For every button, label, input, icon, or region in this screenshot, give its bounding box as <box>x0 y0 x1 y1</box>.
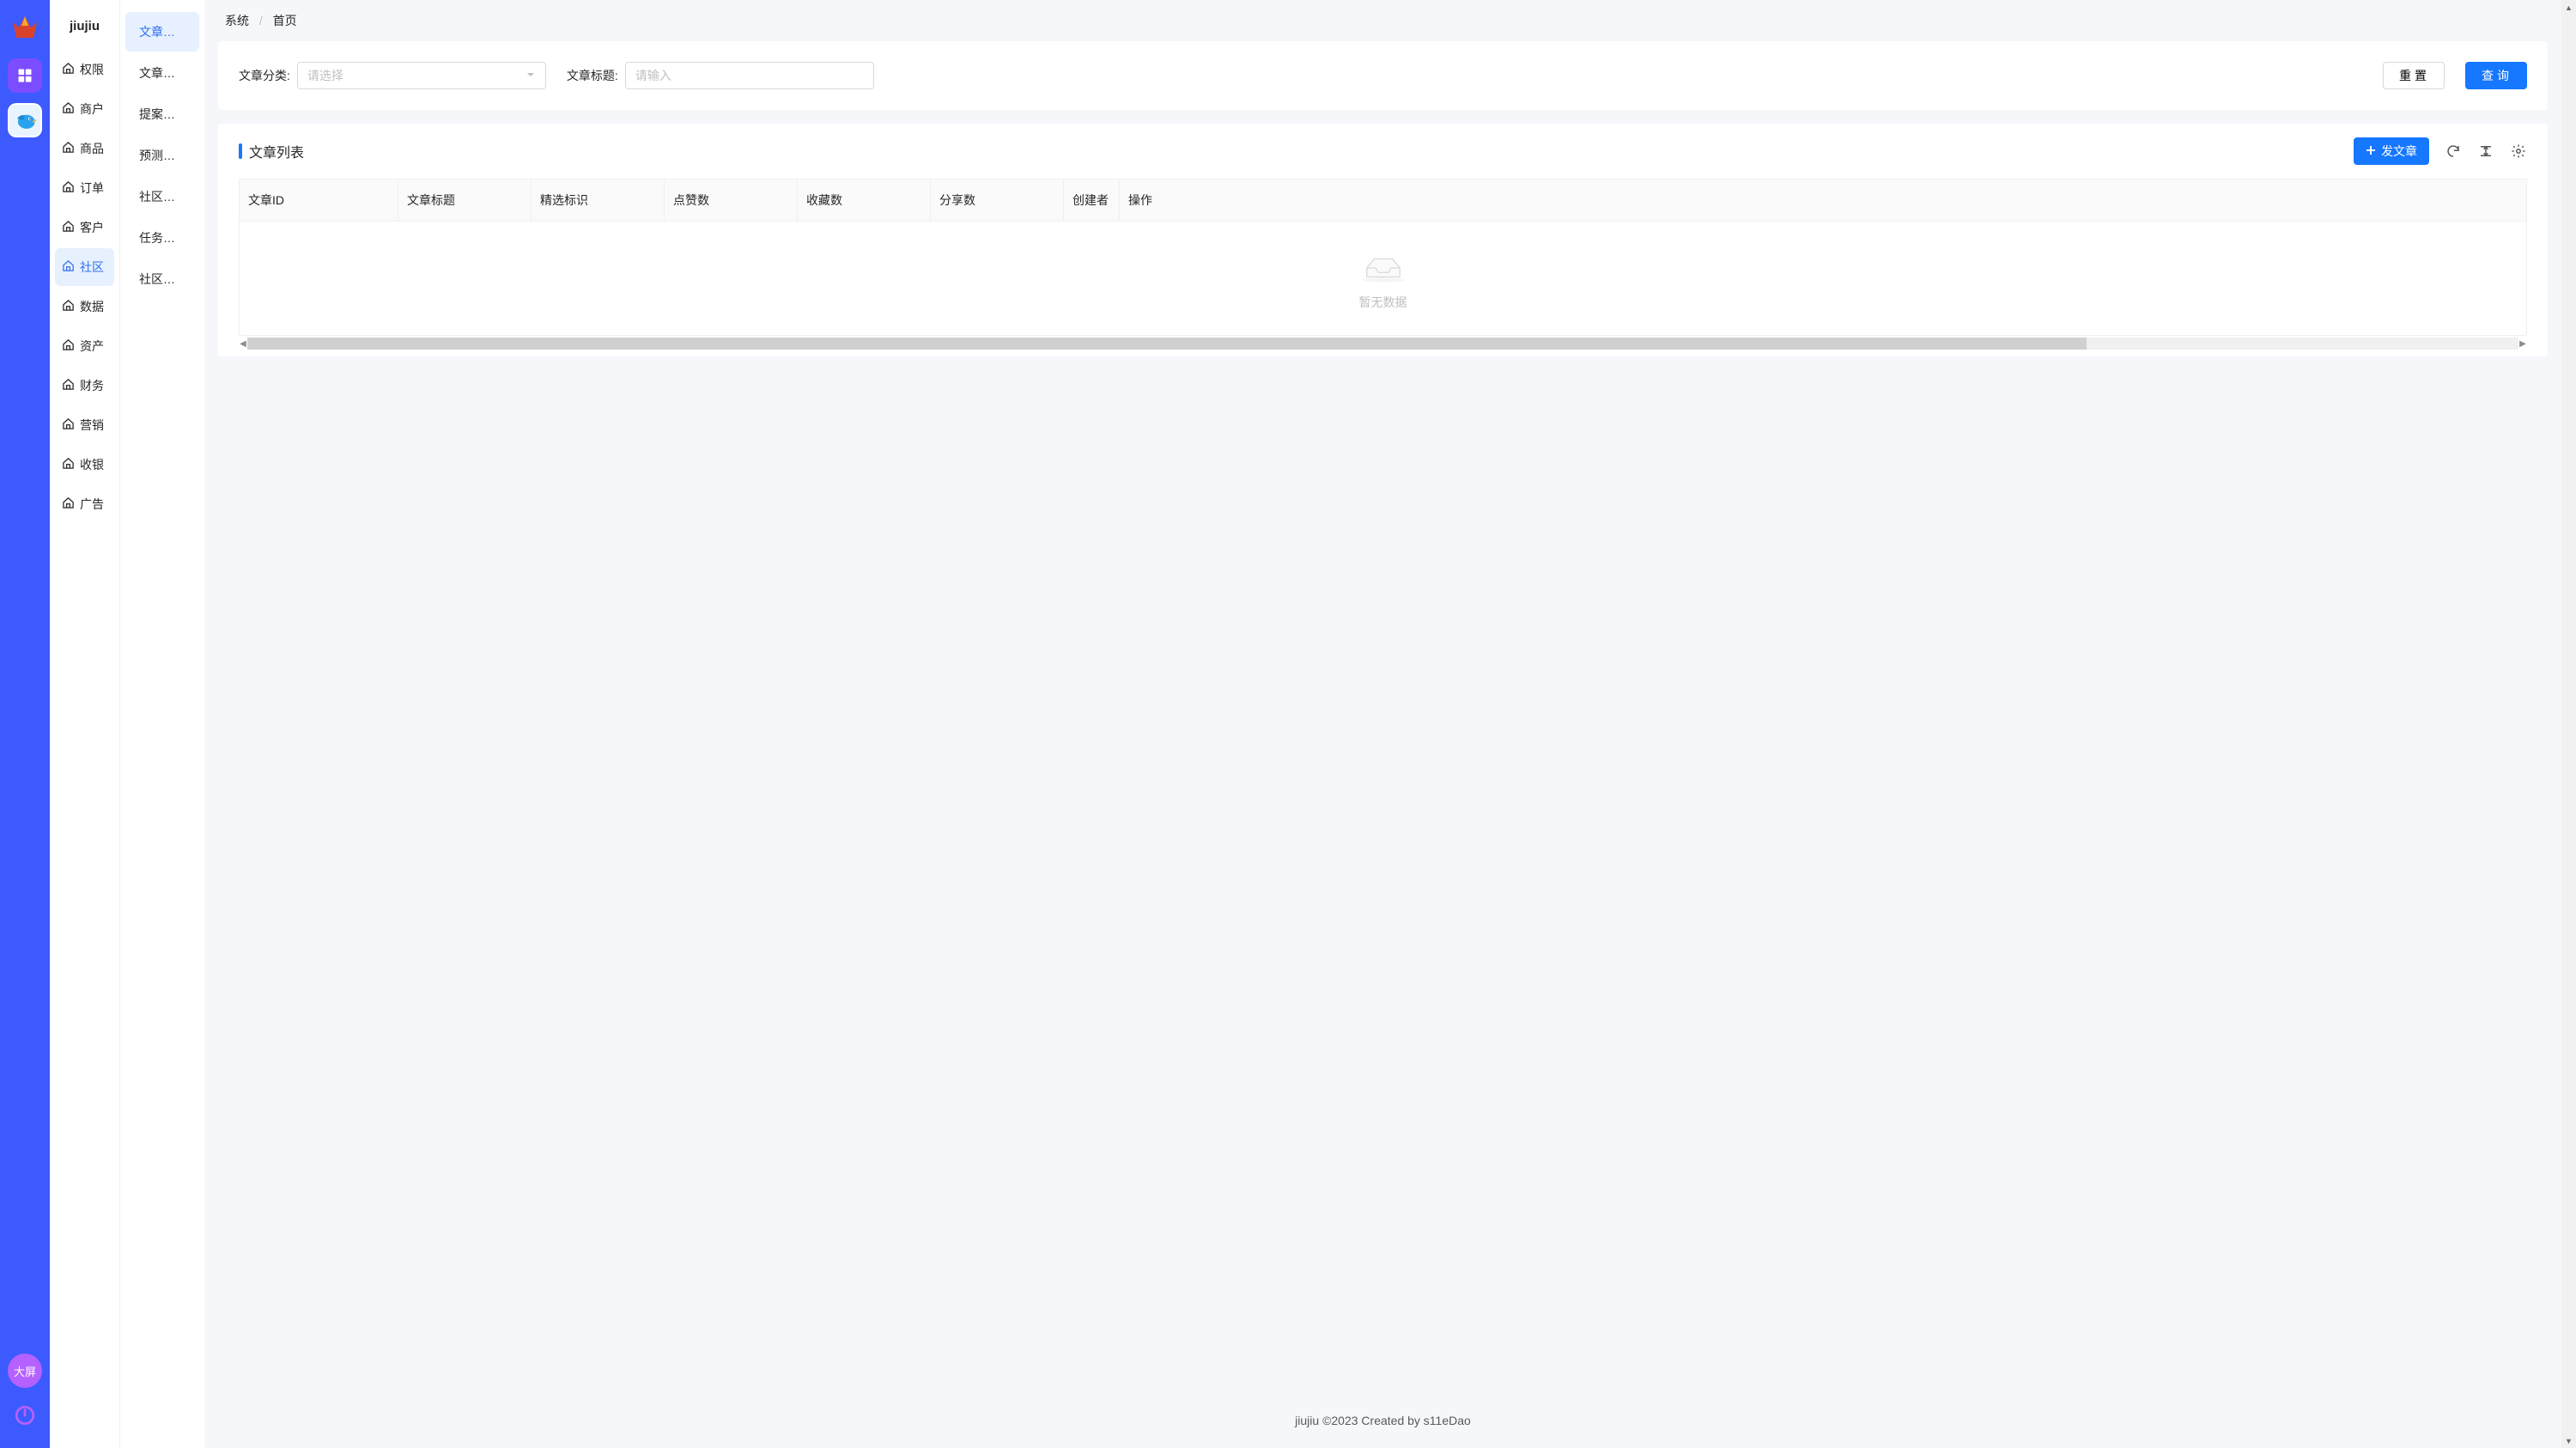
sidebar1-item-9[interactable]: 营销 <box>55 406 114 444</box>
chevron-down-icon <box>526 69 536 82</box>
home-icon <box>62 417 75 433</box>
settings-icon[interactable] <box>2510 143 2527 160</box>
scroll-right-icon[interactable]: ▶ <box>2518 339 2527 349</box>
sidebar2-item-1[interactable]: 文章分类 <box>125 53 199 93</box>
filter-category-label: 文章分类: <box>239 67 290 84</box>
sidebar1-item-label: 客户 <box>80 219 104 236</box>
sidebar1-item-1[interactable]: 商户 <box>55 90 114 128</box>
publish-button[interactable]: 发文章 <box>2354 137 2429 165</box>
rail-dashboard-button[interactable]: 大屏 <box>8 1354 42 1388</box>
page-vertical-scrollbar[interactable]: ▲ ▼ <box>2561 0 2576 1448</box>
sidebar1-item-label: 权限 <box>80 61 104 78</box>
category-select[interactable]: 请选择 <box>297 62 546 89</box>
home-icon <box>62 378 75 393</box>
app-logo-icon <box>9 12 40 43</box>
table-horizontal-scrollbar[interactable]: ◀ ▶ <box>239 338 2527 350</box>
sidebar1-item-label: 资产 <box>80 338 104 355</box>
rail-bird-icon[interactable] <box>8 103 42 137</box>
sidebar1-item-label: 数据 <box>80 298 104 315</box>
home-icon <box>62 259 75 275</box>
reset-button[interactable]: 重置 <box>2383 62 2445 89</box>
breadcrumb: 系统 / 首页 <box>204 0 2561 41</box>
rail-power-icon[interactable] <box>8 1398 42 1433</box>
home-icon <box>62 299 75 314</box>
sidebar1-item-6[interactable]: 数据 <box>55 288 114 325</box>
sidebar1-item-label: 财务 <box>80 377 104 394</box>
filter-title: 文章标题: <box>567 62 874 89</box>
table-header-0: 文章ID <box>240 179 398 221</box>
app-rail: 大屏 <box>0 0 50 1448</box>
filter-title-label: 文章标题: <box>567 67 618 84</box>
sidebar2-item-4[interactable]: 社区委员... <box>125 177 199 216</box>
home-icon <box>62 62 75 77</box>
table-header-6: 创建者 <box>1064 179 1120 221</box>
table-header-4: 收藏数 <box>798 179 931 221</box>
sidebar2-item-0[interactable]: 文章列表 <box>125 12 199 52</box>
sidebar1-item-11[interactable]: 广告 <box>55 485 114 523</box>
plus-icon <box>2366 144 2376 158</box>
search-button[interactable]: 查询 <box>2465 62 2527 89</box>
home-icon <box>62 220 75 235</box>
home-icon <box>62 496 75 512</box>
table-empty: 暂无数据 <box>240 222 2526 335</box>
sidebar1-item-5[interactable]: 社区 <box>55 248 114 286</box>
category-select-placeholder: 请选择 <box>307 67 343 84</box>
filter-category: 文章分类: 请选择 <box>239 62 546 89</box>
sidebar1-item-8[interactable]: 财务 <box>55 367 114 405</box>
sidebar2-item-6[interactable]: 社区设置 <box>125 259 199 299</box>
empty-box-icon <box>1359 252 1407 283</box>
sidebar1-item-label: 营销 <box>80 417 104 434</box>
sidebar1-item-label: 广告 <box>80 496 104 513</box>
sidebar1-item-2[interactable]: 商品 <box>55 130 114 167</box>
home-icon <box>62 141 75 156</box>
refresh-icon[interactable] <box>2445 143 2462 160</box>
sidebar2-item-3[interactable]: 预测列表 <box>125 136 199 175</box>
breadcrumb-separator-icon: / <box>259 14 263 27</box>
breadcrumb-page[interactable]: 首页 <box>273 14 297 27</box>
home-icon <box>62 338 75 354</box>
table-header-1: 文章标题 <box>398 179 532 221</box>
section-title: 文章列表 <box>239 141 304 161</box>
table-header-3: 点赞数 <box>665 179 798 221</box>
app-title: jiujiu <box>50 7 119 51</box>
home-icon <box>62 101 75 117</box>
sidebar2-item-2[interactable]: 提案列表 <box>125 94 199 134</box>
sidebar1-item-label: 订单 <box>80 179 104 197</box>
sidebar1-item-label: 收银 <box>80 456 104 473</box>
main-content: 系统 / 首页 文章分类: 请选择 文章标题: 重置 查询 <box>204 0 2561 1448</box>
scroll-left-icon[interactable]: ◀ <box>239 339 247 349</box>
filter-card: 文章分类: 请选择 文章标题: 重置 查询 <box>218 41 2548 110</box>
sidebar1-item-label: 社区 <box>80 259 104 276</box>
scroll-up-icon[interactable]: ▲ <box>2565 0 2573 15</box>
breadcrumb-root[interactable]: 系统 <box>225 14 249 27</box>
home-icon <box>62 457 75 472</box>
sidebar1-item-10[interactable]: 收银 <box>55 446 114 484</box>
table-header-2: 精选标识 <box>532 179 665 221</box>
sidebar1-item-0[interactable]: 权限 <box>55 51 114 88</box>
sidebar1-item-label: 商户 <box>80 100 104 118</box>
home-icon <box>62 180 75 196</box>
sidebar2-item-5[interactable]: 任务列表 <box>125 218 199 258</box>
rail-apps-icon[interactable] <box>8 58 42 93</box>
column-height-icon[interactable] <box>2477 143 2494 160</box>
title-input[interactable] <box>625 62 874 89</box>
sidebar1-item-3[interactable]: 订单 <box>55 169 114 207</box>
table-card: 文章列表 发文章 <box>218 124 2548 356</box>
scroll-down-icon[interactable]: ▼ <box>2565 1433 2573 1448</box>
article-table: 文章ID文章标题精选标识点赞数收藏数分享数创建者操作 暂无数据 <box>239 179 2527 336</box>
sidebar1-item-label: 商品 <box>80 140 104 157</box>
publish-button-label: 发文章 <box>2381 143 2417 160</box>
table-header-5: 分享数 <box>931 179 1064 221</box>
sidebar-secondary: 文章列表文章分类提案列表预测列表社区委员...任务列表社区设置 <box>120 0 204 1448</box>
sidebar1-item-7[interactable]: 资产 <box>55 327 114 365</box>
table-header-7: 操作 <box>1120 179 2526 221</box>
empty-text: 暂无数据 <box>240 294 2526 311</box>
sidebar1-item-4[interactable]: 客户 <box>55 209 114 246</box>
sidebar-primary: jiujiu 权限商户商品订单客户社区数据资产财务营销收银广告 <box>50 0 120 1448</box>
footer-text: jiujiu ©2023 Created by s11eDao <box>204 1393 2561 1448</box>
